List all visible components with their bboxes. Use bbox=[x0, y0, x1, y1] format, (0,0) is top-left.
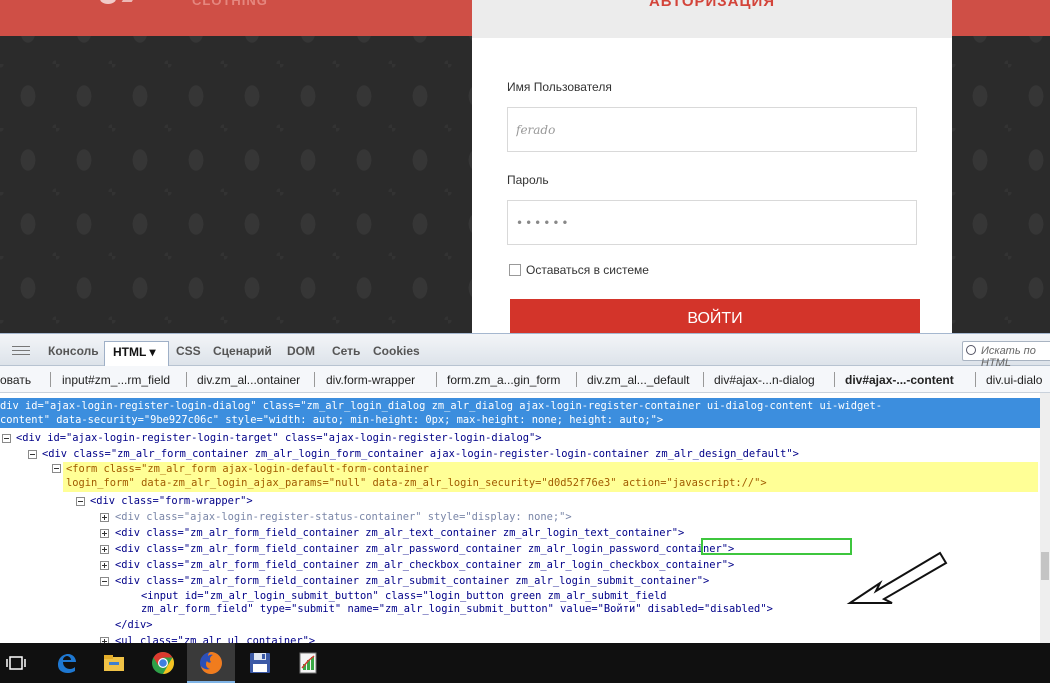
annotation-arrow-icon bbox=[846, 551, 948, 604]
username-label: Имя Пользователя bbox=[507, 80, 612, 94]
remember-me-checkbox[interactable] bbox=[509, 264, 521, 276]
tree-line[interactable]: <div class="zm_alr_form_container zm_alr… bbox=[42, 446, 799, 462]
breadcrumb-separator bbox=[834, 372, 835, 387]
breadcrumb-item[interactable]: div#ajax-...n-dialog bbox=[714, 373, 815, 387]
tree-scrollbar-thumb[interactable] bbox=[1041, 552, 1049, 580]
edge-icon[interactable] bbox=[42, 643, 90, 683]
tree-line[interactable]: <div class="ajax-login-register-status-c… bbox=[115, 509, 572, 525]
expand-icon[interactable] bbox=[100, 513, 109, 522]
floppy-save-icon[interactable] bbox=[236, 643, 284, 683]
breadcrumb-item[interactable]: div.zm_al..._default bbox=[587, 373, 690, 387]
task-view-icon[interactable] bbox=[0, 643, 40, 683]
breadcrumb-separator bbox=[975, 372, 976, 387]
login-dialog-header: АВТОРИЗАЦИЯ bbox=[472, 0, 952, 38]
tree-line-selected[interactable]: content" data-security="9be927c06c" styl… bbox=[0, 412, 1040, 428]
breadcrumb-item-active[interactable]: div#ajax-...-content bbox=[845, 373, 954, 387]
chrome-icon[interactable] bbox=[139, 643, 187, 683]
remember-me-row[interactable]: Оставаться в системе bbox=[509, 263, 649, 277]
breadcrumb-item[interactable]: div.ui-dialo bbox=[986, 373, 1042, 387]
breadcrumb-separator bbox=[50, 372, 51, 387]
breadcrumb-item[interactable]: input#zm_...rm_field bbox=[62, 373, 170, 387]
tree-scrollbar[interactable] bbox=[1040, 393, 1050, 643]
tab-html-label: HTML bbox=[113, 345, 147, 359]
annotation-highlight-box bbox=[701, 538, 852, 555]
tree-line[interactable]: <div class="form-wrapper"> bbox=[90, 493, 253, 509]
devtools-menu-icon[interactable] bbox=[12, 346, 30, 356]
logo-icon bbox=[100, 0, 116, 4]
tab-cookies[interactable]: Cookies bbox=[373, 344, 420, 358]
breadcrumb-item[interactable]: form.zm_a...gin_form bbox=[447, 373, 560, 387]
breadcrumb-separator bbox=[703, 372, 704, 387]
tree-line[interactable]: login_form" data-zm_alr_login_ajax_param… bbox=[66, 475, 767, 491]
tab-html[interactable]: HTML ▾ bbox=[104, 341, 169, 367]
tree-line-disabled-input[interactable]: zm_alr_form_field" type="submit" name="z… bbox=[141, 601, 773, 617]
search-icon bbox=[966, 345, 976, 355]
password-label: Пароль bbox=[507, 173, 549, 187]
os-taskbar bbox=[0, 643, 1050, 683]
breadcrumb-item[interactable]: div.zm_al...ontainer bbox=[197, 373, 300, 387]
tree-line[interactable]: <div class="zm_alr_form_field_container … bbox=[115, 525, 684, 541]
login-dialog-title: АВТОРИЗАЦИЯ bbox=[648, 0, 776, 10]
breadcrumb-separator bbox=[436, 372, 437, 387]
expand-icon[interactable] bbox=[100, 529, 109, 538]
username-input[interactable] bbox=[507, 107, 917, 152]
firefox-icon[interactable] bbox=[187, 643, 235, 683]
tab-dom[interactable]: DOM bbox=[287, 344, 315, 358]
breadcrumb-separator bbox=[314, 372, 315, 387]
login-dialog: АВТОРИЗАЦИЯ Имя Пользователя Пароль Оста… bbox=[472, 0, 952, 333]
tree-line[interactable]: <div class="zm_alr_form_field_container … bbox=[115, 557, 734, 573]
tree-line[interactable]: <div class="zm_alr_form_field_container … bbox=[115, 541, 734, 557]
tab-net[interactable]: Сеть bbox=[332, 344, 360, 358]
collapse-icon[interactable] bbox=[100, 577, 109, 586]
devtools-toolbar: Консоль HTML ▾ CSS Сценарий DOM Сеть Coo… bbox=[0, 334, 1050, 369]
breadcrumb-separator bbox=[186, 372, 187, 387]
website-viewport: CLOTHING АВТОРИЗАЦИЯ Имя Пользователя Па… bbox=[0, 0, 1050, 333]
expand-icon[interactable] bbox=[100, 545, 109, 554]
password-input[interactable] bbox=[507, 200, 917, 245]
chevron-down-icon: ▾ bbox=[149, 345, 156, 359]
logo-mark-icon bbox=[121, 0, 137, 2]
remember-me-label[interactable]: Оставаться в системе bbox=[526, 263, 649, 277]
breadcrumb-separator bbox=[576, 372, 577, 387]
tab-console[interactable]: Консоль bbox=[48, 344, 99, 358]
collapse-icon[interactable] bbox=[76, 497, 85, 506]
collapse-icon[interactable] bbox=[2, 434, 11, 443]
tab-script[interactable]: Сценарий bbox=[213, 344, 272, 358]
tree-line[interactable]: </div> bbox=[115, 617, 153, 633]
tree-line[interactable]: <div class="zm_alr_form_field_container … bbox=[115, 573, 709, 589]
breadcrumb-item[interactable]: овать bbox=[0, 373, 31, 387]
tab-css[interactable]: CSS bbox=[176, 344, 201, 358]
file-explorer-icon[interactable] bbox=[90, 643, 138, 683]
tree-line[interactable]: <div id="ajax-login-register-login-targe… bbox=[16, 430, 541, 446]
collapse-icon[interactable] bbox=[52, 464, 61, 473]
spreadsheet-app-icon[interactable] bbox=[284, 643, 332, 683]
tree-line[interactable]: <ul class="zm_alr_ul_container"> bbox=[115, 633, 315, 643]
site-brand: CLOTHING bbox=[192, 0, 268, 8]
collapse-icon[interactable] bbox=[28, 450, 37, 459]
breadcrumb-item[interactable]: div.form-wrapper bbox=[326, 373, 415, 387]
login-submit-button[interactable]: ВОЙТИ bbox=[510, 299, 920, 333]
expand-icon[interactable] bbox=[100, 561, 109, 570]
breadcrumb: овать input#zm_...rm_field div.zm_al...o… bbox=[0, 366, 1050, 393]
